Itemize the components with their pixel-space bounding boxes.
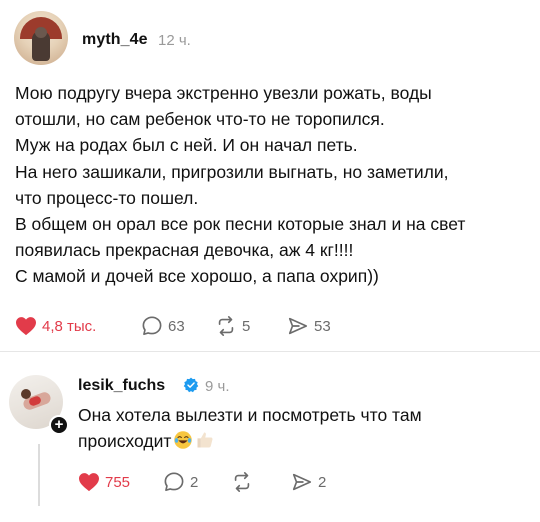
- post-line: отошли, но сам ребенок что-то не торопил…: [15, 109, 385, 130]
- follow-button[interactable]: +: [49, 415, 69, 435]
- share-icon: [288, 317, 308, 335]
- post-line: Мою подругу вчера экстренно увезли рожат…: [15, 83, 432, 103]
- like-button[interactable]: 4,8 тыс.: [15, 314, 96, 338]
- reply-share-button[interactable]: 2: [291, 470, 326, 494]
- reply-line-with-emoji: происходит: [78, 428, 528, 454]
- plus-icon: +: [54, 416, 64, 433]
- comment-icon: [142, 316, 162, 336]
- repost-icon: [218, 316, 234, 336]
- like-count: 4,8 тыс.: [42, 317, 97, 335]
- reply-comment-button[interactable]: 2: [163, 470, 198, 494]
- comment-button[interactable]: 63: [141, 314, 185, 338]
- post-author-avatar[interactable]: [14, 11, 68, 65]
- post-line: что процесс-то пошел.: [15, 187, 199, 208]
- reply-actions: 755 2 2: [0, 470, 540, 494]
- post-line: появилась прекрасная девочка, аж 4 кг!!!…: [15, 240, 354, 261]
- post-line: Муж на родах был с ней. И он начал петь.: [15, 135, 358, 156]
- comment-icon: [164, 472, 184, 492]
- post-actions: 4,8 тыс. 63 5 53: [0, 314, 540, 338]
- post-divider: [0, 351, 540, 352]
- reply-line: происходит: [78, 431, 172, 452]
- repost-count: 5: [242, 317, 251, 335]
- reply-comment-count: 2: [190, 473, 199, 491]
- laughing-with-tears-emoji: [174, 431, 193, 449]
- reply-like-button[interactable]: 755: [78, 470, 130, 494]
- reply-author-username[interactable]: lesik_fuchs: [78, 377, 165, 395]
- reply-body: Она хотела вылезти и посмотреть что там …: [78, 402, 528, 454]
- comment-count: 63: [168, 317, 185, 335]
- reply-timestamp: 9 ч.: [205, 378, 230, 395]
- share-icon: [292, 473, 312, 491]
- repost-button[interactable]: 5: [215, 314, 250, 338]
- post-author-username[interactable]: myth_4e: [82, 31, 148, 49]
- reply-line: Она хотела вылезти и посмотреть что там: [78, 405, 422, 425]
- reply-repost-button[interactable]: [231, 470, 253, 494]
- share-button[interactable]: 53: [287, 314, 331, 338]
- share-count: 53: [314, 317, 331, 335]
- reply-share-count: 2: [318, 473, 327, 491]
- post-line: На него зашикали, пригрозили выгнать, но…: [15, 161, 449, 182]
- post-line: В общем он орал все рок песни которые зн…: [15, 214, 466, 235]
- verified-icon: [183, 377, 199, 393]
- post-timestamp: 12 ч.: [158, 32, 191, 49]
- thumbs-up-emoji: [197, 432, 213, 448]
- reply-like-count: 755: [105, 473, 131, 491]
- heart-icon: [16, 317, 36, 336]
- repost-icon: [234, 472, 250, 492]
- heart-icon: [79, 473, 99, 492]
- post-body: Мою подругу вчера экстренно увезли рожат…: [15, 80, 530, 290]
- post-line: С мамой и дочей все хорошо, а папа охрип…: [15, 266, 379, 287]
